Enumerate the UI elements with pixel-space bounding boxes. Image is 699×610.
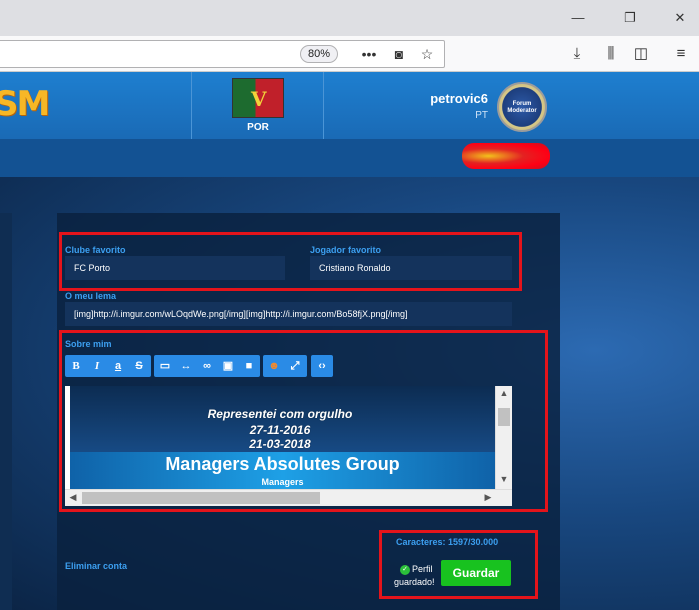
highlight-box-save	[379, 530, 538, 599]
more-actions-icon[interactable]: •••	[359, 44, 379, 64]
site-logo[interactable]: SM	[0, 84, 50, 124]
club-code: POR	[247, 122, 269, 133]
redacted-scribble	[462, 143, 550, 169]
header-divider	[323, 72, 324, 139]
highlight-box-about-me	[59, 330, 548, 512]
club-badge-letter: V	[251, 87, 267, 111]
zoom-level[interactable]: 80%	[300, 45, 338, 63]
sub-navigation-bar	[0, 139, 699, 177]
username[interactable]: petrovic6	[420, 91, 488, 106]
user-country: PT	[475, 110, 488, 121]
minimize-icon[interactable]: —	[568, 8, 588, 28]
header-divider	[191, 72, 192, 139]
highlight-box-favorites	[59, 232, 522, 291]
badge-text: Forum Moderator	[507, 101, 537, 114]
site-header: SM V POR petrovic6 PT Forum Moderator	[0, 72, 699, 139]
sidebar-edge	[0, 213, 12, 610]
close-icon[interactable]: ✕	[670, 8, 690, 28]
download-icon[interactable]: ⤓	[566, 44, 588, 64]
club-badge-icon[interactable]: V	[232, 78, 284, 118]
motto-field[interactable]: [img]http://i.imgur.com/wLOqdWe.png[/img…	[65, 302, 512, 326]
pocket-icon[interactable]: ◙	[389, 44, 409, 64]
delete-account-link[interactable]: Eliminar conta	[65, 561, 127, 571]
restore-icon[interactable]: ❐	[620, 8, 640, 28]
browser-titlebar: — ❐ ✕	[0, 0, 699, 36]
bookmark-star-icon[interactable]: ☆	[417, 44, 437, 64]
url-bar[interactable]: 80% ••• ◙ ☆	[0, 40, 445, 68]
library-icon[interactable]: ⫼	[600, 44, 622, 64]
motto-label: O meu lema	[65, 291, 117, 301]
menu-icon[interactable]: ≡	[670, 44, 692, 64]
moderator-badge-icon: Forum Moderator	[497, 82, 547, 132]
sidebar-icon[interactable]: ◫	[630, 44, 652, 64]
browser-navbar: 80% ••• ◙ ☆	[0, 36, 699, 72]
